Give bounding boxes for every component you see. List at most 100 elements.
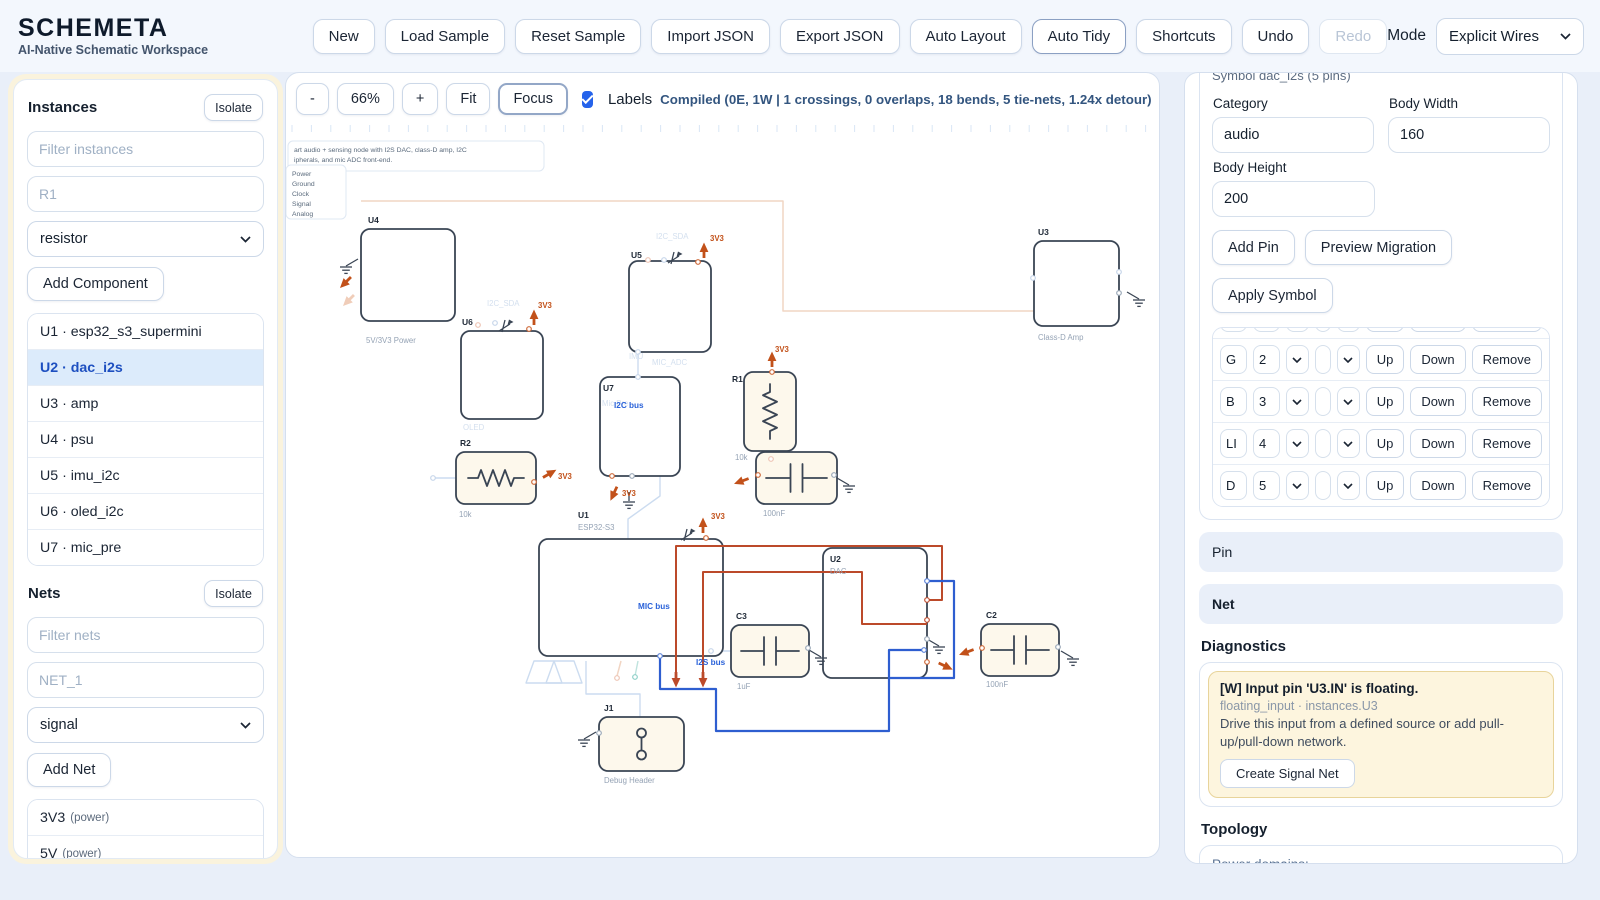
power-flag-icon[interactable]: [340, 292, 357, 309]
instance-name-input[interactable]: [27, 176, 264, 212]
pin-dot[interactable]: [704, 536, 709, 541]
header-button[interactable]: Undo: [1242, 19, 1310, 54]
pin-kind-select[interactable]: [1337, 327, 1360, 332]
header-button[interactable]: Reset Sample: [515, 19, 641, 54]
pin-extra-input[interactable]: [1315, 345, 1331, 374]
pin-side-select[interactable]: [1286, 471, 1309, 500]
header-button[interactable]: Auto Tidy: [1032, 19, 1127, 54]
instances-isolate-button[interactable]: Isolate: [204, 94, 263, 121]
component-box[interactable]: [1034, 241, 1119, 326]
pin-name-input[interactable]: [1220, 471, 1247, 500]
create-signal-net-button[interactable]: Create Signal Net: [1220, 759, 1355, 788]
zoom-out-button[interactable]: -: [296, 83, 329, 115]
add-net-button[interactable]: Add Net: [27, 753, 111, 787]
pin-dot[interactable]: [630, 474, 635, 479]
pin-dot[interactable]: [493, 321, 498, 326]
power-flag-icon[interactable]: [733, 474, 751, 488]
pin-down-button[interactable]: Down: [1410, 471, 1465, 500]
pin-dot[interactable]: [925, 598, 930, 603]
instance-list-item[interactable]: U4 · psu: [28, 421, 263, 457]
instance-type-select[interactable]: resistor: [27, 221, 264, 257]
ground-icon[interactable]: [837, 478, 855, 492]
power-flag-icon[interactable]: [700, 243, 709, 259]
pin-dot[interactable]: [532, 480, 537, 485]
pin-dot[interactable]: [431, 476, 436, 481]
pin-side-select[interactable]: [1286, 327, 1309, 332]
pin-dot[interactable]: [770, 370, 775, 375]
component-box[interactable]: [461, 331, 543, 419]
net-list-item[interactable]: 5V (power): [28, 835, 263, 859]
wire-pink[interactable]: [617, 661, 621, 676]
power-flag-icon[interactable]: [699, 672, 708, 688]
nets-filter-input[interactable]: [27, 617, 264, 653]
pin-dot[interactable]: [1117, 291, 1122, 296]
power-flag-icon[interactable]: [937, 659, 955, 674]
ground-icon[interactable]: [1061, 651, 1079, 665]
labels-checkbox[interactable]: [582, 91, 593, 108]
power-flag-icon[interactable]: [699, 518, 708, 534]
pin-section-header[interactable]: Pin: [1199, 532, 1563, 572]
wire-faint[interactable]: [546, 661, 582, 683]
pin-remove-button[interactable]: Remove: [1472, 387, 1542, 416]
pin-down-button[interactable]: Down: [1410, 327, 1465, 332]
ground-icon[interactable]: [578, 732, 596, 746]
power-flag-icon[interactable]: [530, 310, 539, 326]
pin-up-button[interactable]: Up: [1366, 429, 1405, 458]
instance-list-item[interactable]: U6 · oled_i2c: [28, 493, 263, 529]
pin-dot[interactable]: [597, 731, 602, 736]
pin-name-input[interactable]: [1220, 327, 1247, 332]
pin-dot[interactable]: [636, 375, 641, 380]
instance-list-item[interactable]: U2 · dac_i2s: [28, 349, 263, 385]
pin-dot[interactable]: [769, 457, 774, 462]
power-flag-icon[interactable]: [672, 672, 681, 688]
pin-dot[interactable]: [925, 660, 930, 665]
pin-dot[interactable]: [925, 637, 930, 642]
mode-select[interactable]: Explicit Wires: [1436, 18, 1584, 55]
pin-side-select[interactable]: [1286, 345, 1309, 374]
pin-dot[interactable]: [658, 654, 663, 659]
power-flag-icon[interactable]: [606, 485, 621, 503]
pin-up-button[interactable]: Up: [1366, 345, 1405, 374]
pin-up-button[interactable]: Up: [1366, 327, 1405, 332]
wire-teal[interactable]: [635, 661, 638, 676]
pin-dot[interactable]: [633, 675, 638, 680]
ground-icon[interactable]: [927, 639, 945, 653]
power-flag-icon[interactable]: [958, 645, 976, 659]
pin-up-button[interactable]: Up: [1366, 387, 1405, 416]
header-button[interactable]: Shortcuts: [1136, 19, 1231, 54]
pin-dot[interactable]: [662, 258, 667, 263]
wire-faint[interactable]: [628, 476, 660, 539]
pin-up-button[interactable]: Up: [1366, 471, 1405, 500]
instances-filter-input[interactable]: [27, 131, 264, 167]
pin-extra-input[interactable]: [1315, 471, 1331, 500]
pin-dot[interactable]: [709, 649, 714, 654]
pin-dot[interactable]: [1056, 645, 1061, 650]
pin-extra-input[interactable]: [1315, 387, 1331, 416]
ground-icon[interactable]: [340, 259, 358, 273]
pin-kind-select[interactable]: [1337, 387, 1360, 416]
zoom-level-button[interactable]: 66%: [337, 83, 394, 115]
net-type-select[interactable]: signal: [27, 707, 264, 743]
net-list-item[interactable]: 3V3 (power): [28, 800, 263, 835]
pin-remove-button[interactable]: Remove: [1472, 345, 1542, 374]
zoom-in-button[interactable]: +: [402, 83, 438, 115]
header-button[interactable]: Export JSON: [780, 19, 900, 54]
pin-name-input[interactable]: [1220, 345, 1247, 374]
pin-dot[interactable]: [527, 327, 532, 332]
apply-symbol-button[interactable]: Apply Symbol: [1212, 278, 1333, 313]
pin-remove-button[interactable]: Remove: [1472, 471, 1542, 500]
pin-dot[interactable]: [615, 676, 620, 681]
pin-dot[interactable]: [980, 646, 985, 651]
pin-down-button[interactable]: Down: [1410, 345, 1465, 374]
header-button[interactable]: New: [313, 19, 375, 54]
pin-remove-button[interactable]: Remove: [1472, 429, 1542, 458]
wire-faint[interactable]: [526, 661, 562, 683]
pin-dot[interactable]: [832, 473, 837, 478]
instance-list-item[interactable]: U7 · mic_pre: [28, 529, 263, 565]
pin-down-button[interactable]: Down: [1410, 387, 1465, 416]
pin-kind-select[interactable]: [1337, 471, 1360, 500]
pin-kind-select[interactable]: [1337, 345, 1360, 374]
nets-isolate-button[interactable]: Isolate: [204, 580, 263, 607]
pin-dot[interactable]: [476, 323, 481, 328]
body-width-input[interactable]: [1388, 117, 1550, 153]
